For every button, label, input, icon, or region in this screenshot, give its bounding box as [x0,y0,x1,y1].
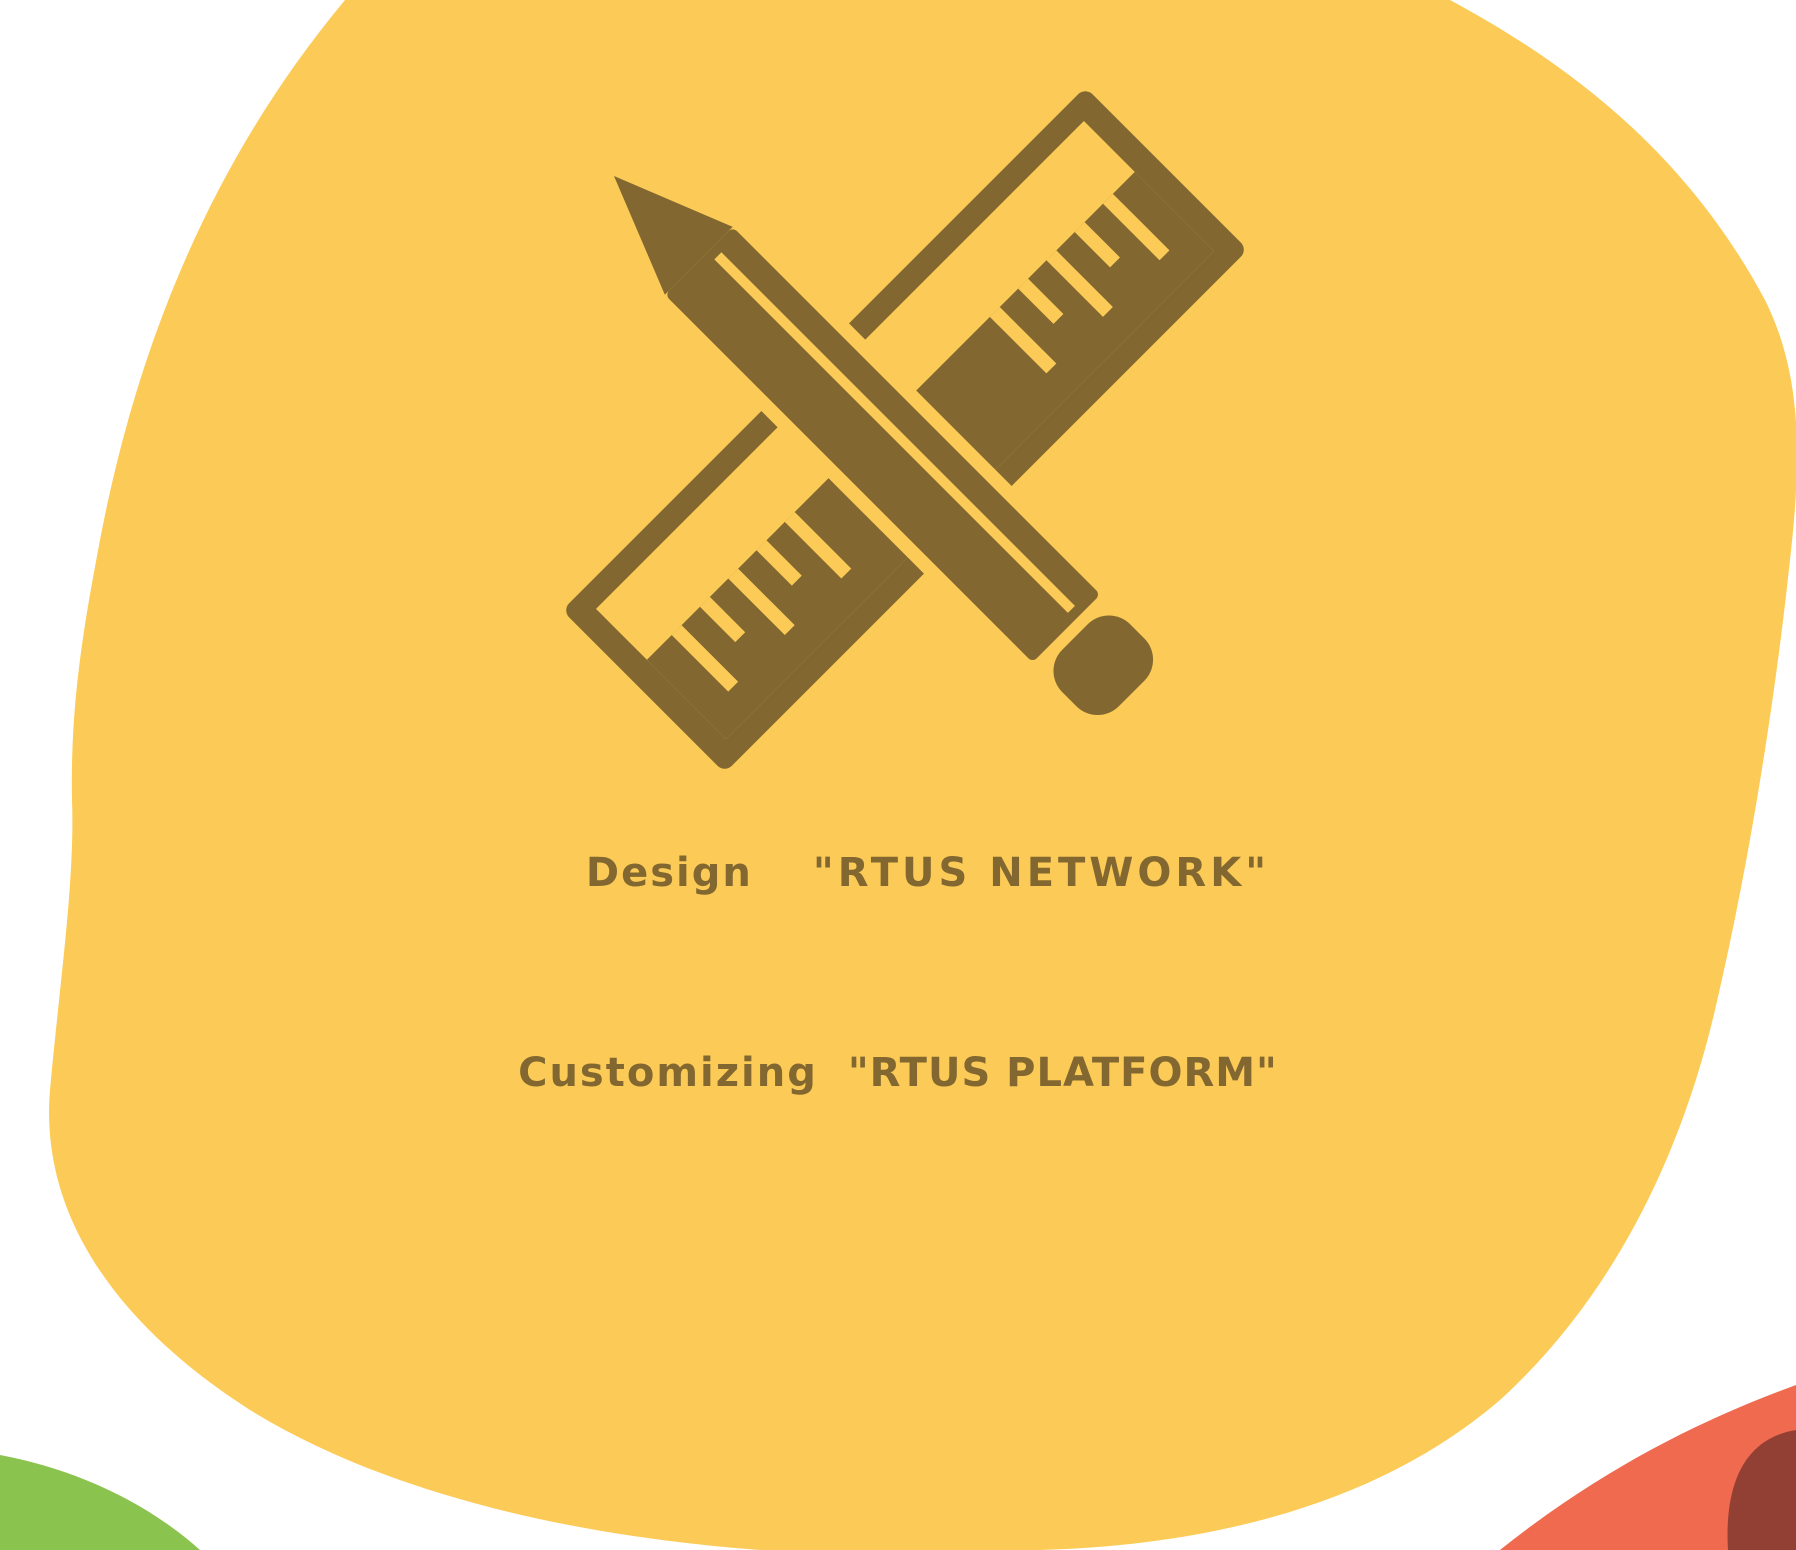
slide-canvas: Design "RTUS NETWORK" Customizing "RTUS PL… [0,0,1796,1550]
green-corner-shape [0,1455,200,1550]
background-shapes [0,0,1796,1550]
headline-line-1-lead: Design [585,850,753,896]
headline-line-1-quoted: "RTUS NETWORK" [812,850,1271,896]
headline-line-1: Design "RTUS NETWORK" [0,850,1796,896]
headline-line-2: Customizing "RTUS PLATFORM" [0,1050,1796,1096]
headline-line-2-quoted: "RTUS PLATFORM" [847,1050,1278,1096]
headline-line-2-lead: Customizing [518,1050,818,1096]
yellow-blob [49,0,1796,1550]
